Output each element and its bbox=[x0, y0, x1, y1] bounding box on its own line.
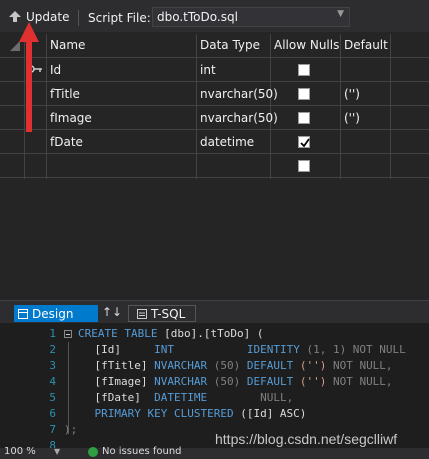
sql-size: (50) bbox=[207, 375, 241, 388]
cell-default[interactable]: ('') bbox=[340, 106, 390, 130]
sql-text: NOT NULL, bbox=[326, 375, 393, 388]
allow-nulls-checkbox[interactable] bbox=[298, 88, 310, 100]
sql-keyword: PRIMARY KEY CLUSTERED bbox=[68, 407, 234, 420]
column-header-data-type[interactable]: Data Type bbox=[196, 34, 270, 56]
allow-nulls-checkbox[interactable] bbox=[298, 112, 310, 124]
update-label: Update bbox=[26, 10, 70, 24]
upload-icon bbox=[9, 11, 21, 22]
sql-column: [fDate] bbox=[68, 391, 141, 404]
update-button[interactable]: Update bbox=[8, 6, 69, 28]
grid-line bbox=[390, 34, 391, 179]
cell-data-type[interactable]: int bbox=[196, 58, 270, 82]
row-selector[interactable] bbox=[2, 154, 22, 178]
sql-type: NVARCHAR bbox=[154, 375, 208, 388]
tsql-editor[interactable]: 1 2 3 4 5 6 7 8 CREATE TABLE [dbo].[tToD… bbox=[0, 323, 429, 452]
cell-data-type[interactable]: nvarchar(50) bbox=[196, 82, 278, 106]
script-file-dropdown[interactable]: dbo.tToDo.sql ▼ bbox=[152, 7, 350, 27]
tab-design-label: Design bbox=[32, 306, 74, 321]
grid-line bbox=[24, 34, 25, 179]
cell-default[interactable]: ('') bbox=[340, 82, 390, 106]
code-line: [fImage] NVARCHAR (50) DEFAULT ('') NOT … bbox=[68, 374, 393, 390]
sql-keyword: CREATE TABLE bbox=[78, 327, 158, 340]
script-file-label: Script File: bbox=[88, 11, 151, 25]
sql-string: ('') bbox=[293, 359, 327, 372]
sql-size: (50) bbox=[207, 359, 241, 372]
line-number: 2 bbox=[49, 343, 56, 356]
line-number: 6 bbox=[49, 407, 56, 420]
cell-default[interactable] bbox=[340, 130, 390, 154]
sql-keyword: DEFAULT bbox=[240, 375, 294, 388]
line-number: 5 bbox=[49, 391, 56, 404]
sql-keyword: DEFAULT bbox=[240, 359, 294, 372]
tab-tsql-label: T-SQL bbox=[151, 306, 186, 321]
issues-label: No issues found bbox=[102, 446, 182, 457]
sql-text: NOT NULL, bbox=[326, 359, 393, 372]
column-header-allow-nulls[interactable]: Allow Nulls bbox=[270, 34, 340, 56]
sql-type: INT bbox=[154, 343, 174, 356]
sql-string: ('') bbox=[293, 375, 327, 388]
tab-tsql[interactable]: T-SQL bbox=[128, 305, 196, 322]
sql-text: ([Id] ASC) bbox=[233, 407, 307, 420]
allow-nulls-checkbox[interactable] bbox=[298, 136, 310, 148]
tab-design[interactable]: Design bbox=[14, 305, 98, 322]
primary-key-icon bbox=[27, 65, 42, 73]
checkmark-icon bbox=[300, 138, 310, 148]
cell-data-type[interactable] bbox=[196, 154, 270, 178]
chevron-down-icon: ▼ bbox=[337, 9, 344, 19]
line-number: 7 bbox=[49, 423, 56, 436]
toolbar-divider bbox=[78, 10, 79, 26]
column-header-name[interactable]: Name bbox=[46, 34, 196, 56]
zoom-level[interactable]: 100 % bbox=[4, 446, 36, 457]
column-header-default[interactable]: Default bbox=[340, 34, 390, 56]
sql-args: (1, 1) NOT NULL bbox=[299, 343, 406, 356]
code-line: [fDate] DATETIME NULL, bbox=[68, 390, 293, 406]
code-line: [Id] INT IDENTITY (1, 1) NOT NULL bbox=[68, 342, 406, 358]
sql-text: ); bbox=[64, 423, 78, 436]
row-selector[interactable] bbox=[2, 130, 22, 154]
sql-type: NVARCHAR bbox=[154, 359, 208, 372]
cell-data-type[interactable]: nvarchar(50) bbox=[196, 106, 278, 130]
cell-default[interactable] bbox=[340, 154, 390, 178]
issues-indicator[interactable]: No issues found bbox=[88, 446, 182, 457]
cell-data-type[interactable]: datetime bbox=[196, 130, 270, 154]
line-number: 1 bbox=[49, 327, 56, 340]
sql-type: DATETIME bbox=[154, 391, 208, 404]
chevron-down-icon[interactable]: ▼ bbox=[54, 447, 60, 456]
line-number: 3 bbox=[49, 359, 56, 372]
collapse-icon[interactable] bbox=[64, 330, 72, 338]
script-file-value: dbo.tToDo.sql bbox=[157, 10, 238, 24]
sql-text: NULL, bbox=[260, 391, 294, 404]
status-bar: 100 % ▼ No issues found bbox=[0, 446, 429, 459]
allow-nulls-checkbox[interactable] bbox=[298, 64, 310, 76]
designer-toolbar: Update Script File: dbo.tToDo.sql ▼ bbox=[0, 4, 429, 32]
cell-name[interactable]: fImage bbox=[46, 106, 196, 130]
allow-nulls-checkbox[interactable] bbox=[298, 160, 310, 172]
column-grid: Name Data Type Allow Nulls Default Id in… bbox=[0, 32, 429, 300]
sql-column: [Id] bbox=[68, 343, 121, 356]
code-line: [fTitle] NVARCHAR (50) DEFAULT ('') NOT … bbox=[68, 358, 393, 374]
row-selector[interactable] bbox=[2, 58, 22, 82]
grid-corner-icon bbox=[10, 41, 20, 51]
code-line: CREATE TABLE [dbo].[tToDo] ( bbox=[78, 326, 263, 342]
cell-name[interactable]: Id bbox=[46, 58, 196, 82]
row-selector[interactable] bbox=[2, 82, 22, 106]
line-number: 4 bbox=[49, 375, 56, 388]
cell-name[interactable]: fTitle bbox=[46, 82, 196, 106]
code-line: ); bbox=[64, 422, 77, 438]
cell-default[interactable] bbox=[340, 58, 390, 82]
design-icon bbox=[18, 308, 28, 319]
watermark: https://blog.csdn.net/segclliwf bbox=[215, 431, 398, 447]
sql-column: [fTitle] bbox=[68, 359, 148, 372]
sql-keyword: IDENTITY bbox=[246, 343, 300, 356]
designer-tab-bar: Design ↑↓ T-SQL bbox=[0, 300, 429, 323]
cell-name[interactable]: fDate bbox=[46, 130, 196, 154]
sql-text: [dbo].[tToDo] ( bbox=[157, 327, 264, 340]
code-line: PRIMARY KEY CLUSTERED ([Id] ASC) bbox=[68, 406, 306, 422]
cell-name[interactable] bbox=[46, 154, 196, 178]
sql-column: [fImage] bbox=[68, 375, 148, 388]
script-icon bbox=[137, 308, 147, 319]
row-selector[interactable] bbox=[2, 106, 22, 130]
swap-panes-button[interactable]: ↑↓ bbox=[100, 305, 124, 322]
check-circle-icon bbox=[88, 446, 98, 457]
